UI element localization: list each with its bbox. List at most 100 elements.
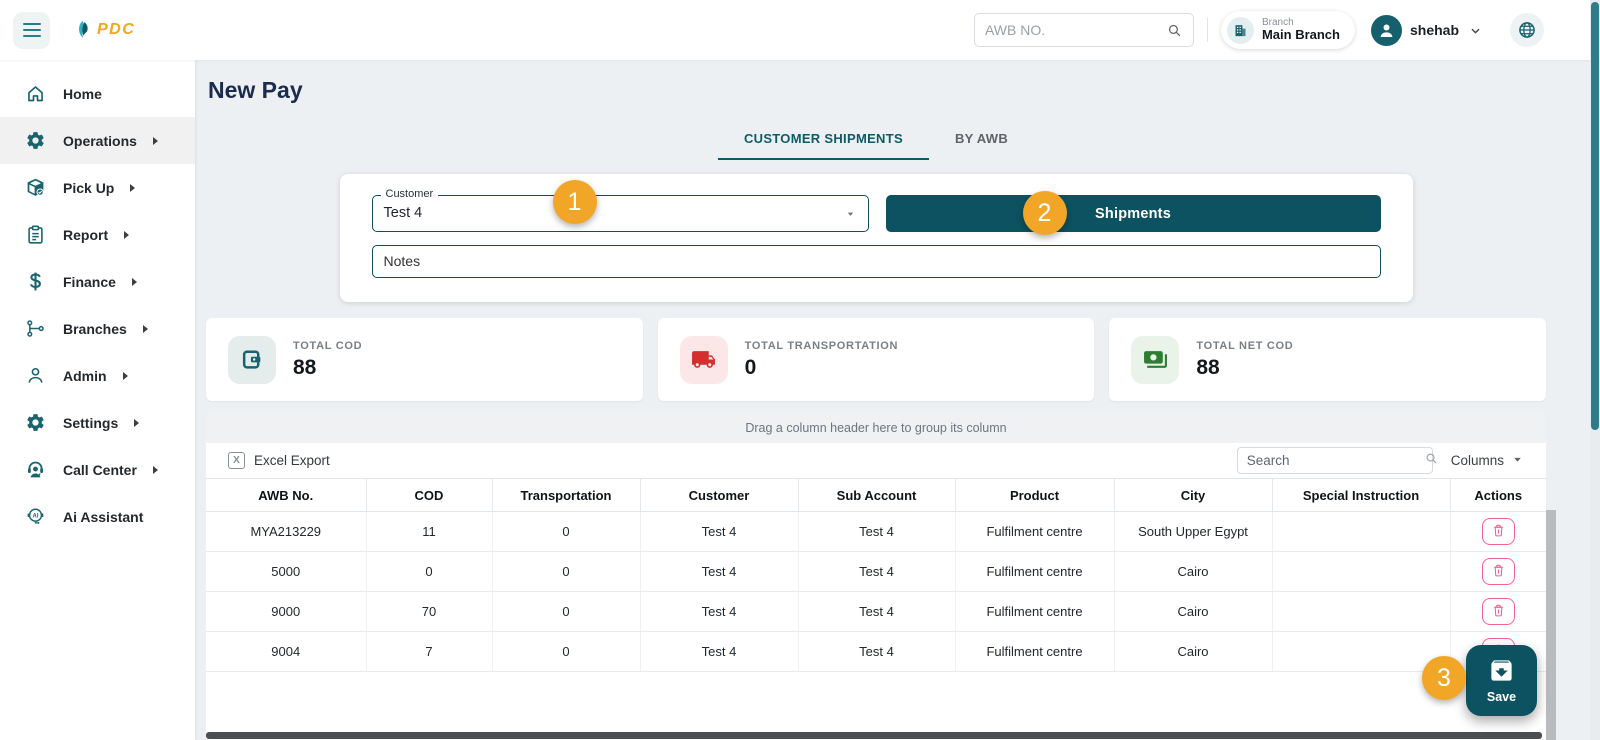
sidebar-item-branches[interactable]: Branches xyxy=(0,305,195,352)
sidebar-item-operations[interactable]: Operations xyxy=(0,117,195,164)
sidebar-item-label: Admin xyxy=(63,368,107,384)
chevron-down-icon xyxy=(1467,22,1484,39)
expand-arrow-icon xyxy=(134,419,139,427)
table-cell xyxy=(1272,552,1450,592)
table-cell: 0 xyxy=(492,592,640,632)
table-row: 500000Test 4Test 4Fulfilment centreCairo xyxy=(206,552,1546,592)
sidebar-item-pick-up[interactable]: Pick Up xyxy=(0,164,195,211)
notes-input[interactable]: Notes xyxy=(372,245,1381,278)
group-drop-zone[interactable]: Drag a column header here to group its c… xyxy=(206,413,1546,443)
sidebar-item-home[interactable]: Home xyxy=(0,70,195,117)
tab-customer-shipments[interactable]: CUSTOMER SHIPMENTS xyxy=(718,120,929,160)
table-cell: South Upper Egypt xyxy=(1114,512,1272,552)
table-vertical-scrollbar[interactable] xyxy=(1546,510,1556,740)
sidebar-item-admin[interactable]: Admin xyxy=(0,352,195,399)
avatar xyxy=(1371,15,1402,46)
columns-chooser-button[interactable]: Columns xyxy=(1451,453,1524,469)
sidebar-item-label: Call Center xyxy=(63,462,137,478)
table-cell: Test 4 xyxy=(798,512,955,552)
ai-assistant-icon: AI xyxy=(25,506,46,527)
column-header-awb-no-[interactable]: AWB No. xyxy=(206,479,366,512)
expand-arrow-icon xyxy=(143,325,148,333)
sidebar-item-label: Branches xyxy=(63,321,127,337)
finance-icon xyxy=(25,271,46,292)
awb-search-box[interactable] xyxy=(974,13,1194,47)
table-cell: Test 4 xyxy=(640,512,798,552)
expand-arrow-icon xyxy=(153,466,158,474)
sidebar-item-settings[interactable]: Settings xyxy=(0,399,195,446)
grid-search-box[interactable] xyxy=(1237,447,1433,474)
column-header-sub-account[interactable]: Sub Account xyxy=(798,479,955,512)
hamburger-icon xyxy=(23,23,41,37)
branch-name: Main Branch xyxy=(1262,28,1340,43)
table-cell: Fulfilment centre xyxy=(955,632,1114,672)
customer-select[interactable]: Customer Test 4 xyxy=(372,195,869,232)
menu-toggle-button[interactable] xyxy=(13,12,50,49)
trash-icon xyxy=(1491,523,1506,541)
save-button[interactable]: Save xyxy=(1466,645,1537,716)
sidebar-item-label: Operations xyxy=(63,133,137,149)
stats-row: TOTAL COD88TOTAL TRANSPORTATION0TOTAL NE… xyxy=(206,318,1546,401)
sidebar-item-finance[interactable]: Finance xyxy=(0,258,195,305)
user-icon xyxy=(1376,20,1397,41)
topbar: PDC Branch Main Branch shehab xyxy=(0,0,1600,60)
trash-icon xyxy=(1491,603,1506,621)
user-menu[interactable]: shehab xyxy=(1371,15,1484,46)
column-header-city[interactable]: City xyxy=(1114,479,1272,512)
grid-search-input[interactable] xyxy=(1247,453,1424,468)
delete-row-button[interactable] xyxy=(1482,518,1515,545)
column-header-special-instruction[interactable]: Special Instruction xyxy=(1272,479,1450,512)
sidebar-item-label: Ai Assistant xyxy=(63,509,143,525)
table-cell: 0 xyxy=(492,552,640,592)
globe-icon xyxy=(1517,20,1537,40)
column-header-product[interactable]: Product xyxy=(955,479,1114,512)
sidebar-item-label: Home xyxy=(63,86,102,102)
shipments-table: AWB No.CODTransportationCustomerSub Acco… xyxy=(206,478,1546,672)
sidebar-item-report[interactable]: Report xyxy=(0,211,195,258)
home-icon xyxy=(25,83,46,104)
tab-by-awb[interactable]: BY AWB xyxy=(929,120,1034,160)
cash-icon xyxy=(1131,336,1179,384)
grid-toolbar: X Excel Export Columns xyxy=(206,443,1546,478)
data-grid: Drag a column header here to group its c… xyxy=(206,413,1546,740)
table-cell: 9000 xyxy=(206,592,366,632)
table-cell-actions xyxy=(1450,552,1546,592)
column-header-transportation[interactable]: Transportation xyxy=(492,479,640,512)
column-header-actions[interactable]: Actions xyxy=(1450,479,1546,512)
table-cell: Cairo xyxy=(1114,552,1272,592)
table-cell: 0 xyxy=(366,552,492,592)
table-cell-actions xyxy=(1450,592,1546,632)
sidebar-item-call-center[interactable]: Call Center xyxy=(0,446,195,493)
column-header-customer[interactable]: Customer xyxy=(640,479,798,512)
shipments-button[interactable]: Shipments xyxy=(886,195,1381,232)
table-cell: MYA213229 xyxy=(206,512,366,552)
delete-row-button[interactable] xyxy=(1482,558,1515,585)
caret-down-icon xyxy=(844,207,857,220)
table-horizontal-scrollbar[interactable] xyxy=(206,732,1542,739)
table-cell xyxy=(1272,632,1450,672)
search-icon[interactable] xyxy=(1166,22,1183,39)
page-scrollbar[interactable] xyxy=(1590,0,1600,740)
table-cell: 0 xyxy=(492,512,640,552)
sidebar: Home Operations Pick UpReport Finance Branch… xyxy=(0,60,195,740)
branch-selector[interactable]: Branch Main Branch xyxy=(1221,11,1355,49)
excel-export-button[interactable]: X Excel Export xyxy=(228,452,330,469)
language-button[interactable] xyxy=(1510,13,1544,47)
pdc-logo[interactable]: PDC xyxy=(72,19,135,41)
delete-row-button[interactable] xyxy=(1482,598,1515,625)
table-cell xyxy=(1272,592,1450,632)
table-cell: 0 xyxy=(492,632,640,672)
table-cell: Test 4 xyxy=(640,632,798,672)
column-header-cod[interactable]: COD xyxy=(366,479,492,512)
table-cell: Test 4 xyxy=(640,552,798,592)
sidebar-item-ai-assistant[interactable]: AI Ai Assistant xyxy=(0,493,195,540)
table-cell: 7 xyxy=(366,632,492,672)
sidebar-item-label: Finance xyxy=(63,274,116,290)
sidebar-nav: Home Operations Pick UpReport Finance Branch… xyxy=(0,70,195,540)
main-content: New Pay CUSTOMER SHIPMENTS BY AWB Custom… xyxy=(195,60,1600,740)
expand-arrow-icon xyxy=(124,231,129,239)
awb-search-input[interactable] xyxy=(985,22,1166,38)
table-cell: Test 4 xyxy=(798,592,955,632)
table-cell: 5000 xyxy=(206,552,366,592)
customer-value: Test 4 xyxy=(373,196,868,231)
